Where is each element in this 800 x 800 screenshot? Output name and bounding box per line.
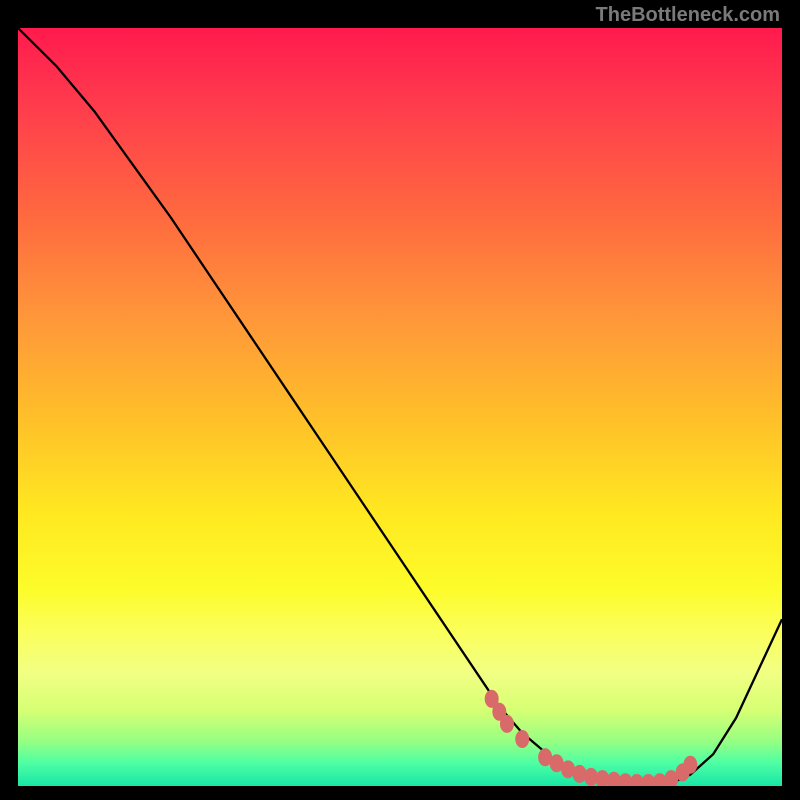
- marker-dot: [515, 730, 529, 748]
- curve-markers: [485, 690, 698, 786]
- chart-frame: TheBottleneck.com: [0, 0, 800, 800]
- attribution-text: TheBottleneck.com: [596, 4, 780, 27]
- bottleneck-curve: [18, 28, 782, 784]
- marker-dot: [500, 715, 514, 733]
- marker-dot: [683, 756, 697, 774]
- curve-svg: [18, 28, 782, 786]
- plot-area: [18, 28, 782, 786]
